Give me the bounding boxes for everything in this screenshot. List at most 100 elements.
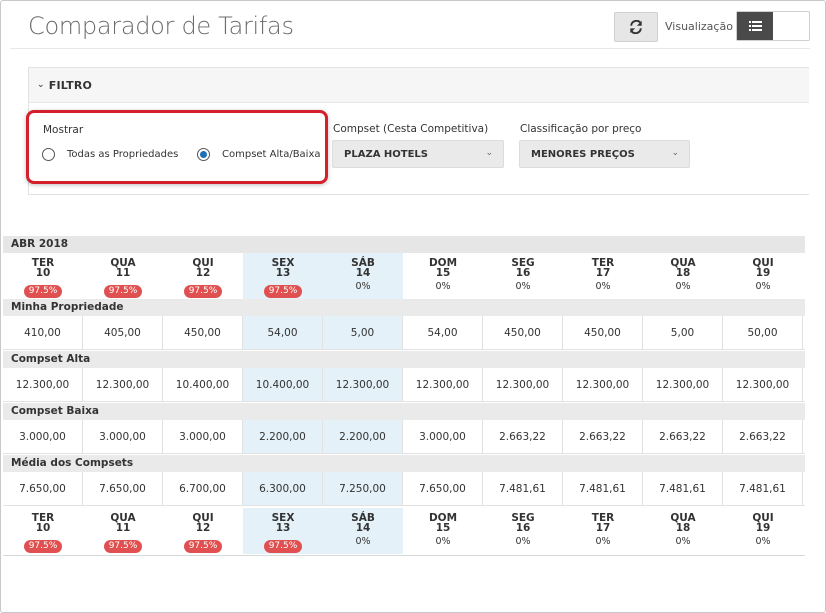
rate-cell: 12.300,00 bbox=[643, 368, 723, 401]
day-number: 14 bbox=[355, 267, 371, 279]
day-header-cell: SEX 13 97.5% bbox=[243, 508, 323, 554]
chevron-down-icon: ⌄ bbox=[37, 80, 45, 90]
rate-cell: 2.663,22 bbox=[643, 420, 723, 453]
rate-cell: 12.300,00 bbox=[723, 368, 803, 401]
refresh-button[interactable] bbox=[614, 12, 658, 42]
occupancy-alert-badge: 97.5% bbox=[23, 540, 63, 553]
day-number: 18 bbox=[675, 267, 691, 279]
value-row: 7.650,00 7.650,00 6.700,00 6.300,00 7.250,00… bbox=[3, 472, 805, 506]
day-number: 13 bbox=[275, 267, 291, 279]
day-header-cell: SÁB 14 0% bbox=[323, 508, 403, 554]
day-header-cell: TER 17 0% bbox=[563, 508, 643, 554]
rate-cell: 12.300,00 bbox=[3, 368, 83, 401]
rate-cell: 450,00 bbox=[563, 316, 643, 349]
rate-cell: 54,00 bbox=[243, 316, 323, 349]
rate-cell: 7.650,00 bbox=[3, 472, 83, 505]
radio-label-todas: Todas as Propriedades bbox=[67, 149, 179, 160]
rate-cell: 410,00 bbox=[3, 316, 83, 349]
rate-cell: 450,00 bbox=[483, 316, 563, 349]
day-header-cell: QUA 11 97.5% bbox=[83, 253, 163, 299]
day-number: 13 bbox=[275, 522, 291, 534]
refresh-icon bbox=[630, 20, 642, 34]
header-divider bbox=[10, 48, 810, 49]
radio-todas-propriedades[interactable] bbox=[42, 148, 55, 161]
list-view-button[interactable] bbox=[737, 12, 773, 40]
occupancy-value: 0% bbox=[515, 536, 531, 547]
occupancy-alert-badge: 97.5% bbox=[183, 285, 223, 298]
rate-cell: 50,00 bbox=[723, 316, 803, 349]
classificacao-select[interactable]: MENORES PREÇOS ⌄ bbox=[519, 140, 690, 168]
occupancy-value: 0% bbox=[755, 536, 771, 547]
rate-cell: 450,00 bbox=[163, 316, 243, 349]
value-row: 410,00 405,00 450,00 54,00 5,00 54,00 450,00 45… bbox=[3, 316, 805, 350]
section-title: Média dos Compsets bbox=[3, 455, 805, 472]
rate-cell: 2.663,22 bbox=[563, 420, 643, 453]
day-number: 16 bbox=[515, 522, 531, 534]
occupancy-value: 0% bbox=[435, 536, 451, 547]
day-header-cell: QUI 19 0% bbox=[723, 253, 803, 299]
rate-cell: 7.250,00 bbox=[323, 472, 403, 505]
rate-cell: 3.000,00 bbox=[403, 420, 483, 453]
chevron-down-icon: ⌄ bbox=[485, 148, 493, 158]
classificacao-label: Classificação por preço bbox=[520, 123, 642, 135]
rate-cell: 6.300,00 bbox=[243, 472, 323, 505]
rate-cell: 54,00 bbox=[403, 316, 483, 349]
rate-cell: 2.200,00 bbox=[323, 420, 403, 453]
day-header-cell: SÁB 14 0% bbox=[323, 253, 403, 299]
occupancy-alert-badge: 97.5% bbox=[103, 540, 143, 553]
occupancy-alert-badge: 97.5% bbox=[103, 285, 143, 298]
compset-select[interactable]: PLAZA HOTELS ⌄ bbox=[332, 140, 504, 168]
visualizacao-label: Visualização bbox=[665, 20, 733, 33]
occupancy-alert-badge: 97.5% bbox=[23, 285, 63, 298]
rate-cell: 3.000,00 bbox=[83, 420, 163, 453]
radio-compset-alta-baixa[interactable] bbox=[197, 148, 210, 161]
day-number: 11 bbox=[115, 267, 131, 279]
classificacao-value: MENORES PREÇOS bbox=[531, 148, 635, 160]
day-header-cell: QUA 18 0% bbox=[643, 253, 723, 299]
section-title: Minha Propriedade bbox=[3, 299, 805, 316]
rate-cell: 7.481,61 bbox=[723, 472, 803, 505]
rate-cell: 5,00 bbox=[323, 316, 403, 349]
day-number: 15 bbox=[435, 522, 451, 534]
day-number: 12 bbox=[195, 522, 211, 534]
day-header-cell: QUA 11 97.5% bbox=[83, 508, 163, 554]
radio-label-compset: Compset Alta/Baixa bbox=[222, 149, 321, 160]
day-header-cell: QUI 19 0% bbox=[723, 508, 803, 554]
occupancy-value: 0% bbox=[675, 281, 691, 292]
day-number: 12 bbox=[195, 267, 211, 279]
day-header-row-bottom: TER 10 97.5% QUA 11 97.5% QUI 12 97.5% SEX 13 97.5%… bbox=[3, 508, 805, 554]
rate-cell: 3.000,00 bbox=[3, 420, 83, 453]
occupancy-value: 0% bbox=[515, 281, 531, 292]
filter-heading: FILTRO bbox=[48, 78, 93, 92]
rate-cell: 2.663,22 bbox=[483, 420, 563, 453]
chevron-down-icon: ⌄ bbox=[671, 148, 679, 158]
filter-toggle[interactable]: ⌄ FILTRO bbox=[29, 68, 809, 103]
mostrar-label: Mostrar bbox=[43, 124, 84, 136]
day-number: 16 bbox=[515, 267, 531, 279]
section-title: Compset Baixa bbox=[3, 403, 805, 420]
compset-value: PLAZA HOTELS bbox=[344, 148, 429, 160]
occupancy-alert-badge: 97.5% bbox=[263, 285, 303, 298]
page-title: Comparador de Tarifas bbox=[28, 12, 294, 40]
occupancy-value: 0% bbox=[595, 281, 611, 292]
value-row: 3.000,00 3.000,00 3.000,00 2.200,00 2.200,00… bbox=[3, 420, 805, 454]
table-bottom-divider bbox=[3, 555, 805, 556]
day-number: 10 bbox=[35, 267, 51, 279]
day-header-cell: QUI 12 97.5% bbox=[163, 508, 243, 554]
rate-cell: 12.300,00 bbox=[483, 368, 563, 401]
rate-cell: 6.700,00 bbox=[163, 472, 243, 505]
day-header-cell: QUI 12 97.5% bbox=[163, 253, 243, 299]
occupancy-value: 0% bbox=[595, 536, 611, 547]
day-header-cell: SEX 13 97.5% bbox=[243, 253, 323, 299]
rate-cell: 10.400,00 bbox=[243, 368, 323, 401]
rate-cell: 12.300,00 bbox=[83, 368, 163, 401]
day-header-cell: SEG 16 0% bbox=[483, 253, 563, 299]
rate-cell: 12.300,00 bbox=[403, 368, 483, 401]
day-number: 10 bbox=[35, 522, 51, 534]
rate-cell: 10.400,00 bbox=[163, 368, 243, 401]
rate-cell: 12.300,00 bbox=[563, 368, 643, 401]
occupancy-value: 0% bbox=[755, 281, 771, 292]
rate-cell: 7.481,61 bbox=[563, 472, 643, 505]
view-toggle[interactable] bbox=[736, 11, 810, 41]
day-header-cell: TER 10 97.5% bbox=[3, 253, 83, 299]
